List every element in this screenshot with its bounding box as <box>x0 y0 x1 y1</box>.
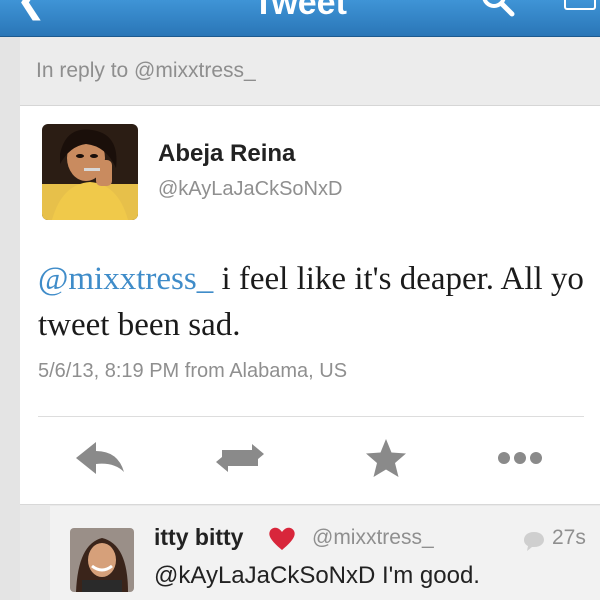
author-avatar[interactable] <box>42 124 138 220</box>
author-handle[interactable]: @kAyLaJaCkSoNxD <box>158 178 342 201</box>
reply-tweet-text: @kAyLaJaCkSoNxD I'm good. <box>154 562 480 589</box>
reply-icon[interactable] <box>70 436 130 480</box>
in-reply-to-bar[interactable]: In reply to @mixxtress_ <box>20 37 600 106</box>
tweet-detail-card: Abeja Reina @kAyLaJaCkSoNxD @mixxtress_ … <box>20 106 600 505</box>
retweet-icon[interactable] <box>210 436 270 480</box>
reply-timestamp: 27s <box>552 526 586 549</box>
favorite-star-icon[interactable] <box>356 436 416 480</box>
back-chevron-icon[interactable]: ❮ <box>16 0 46 18</box>
speech-bubble-icon <box>524 532 544 551</box>
tweet-mention-link[interactable]: @mixxtress_ <box>38 261 213 297</box>
reply-author-avatar[interactable] <box>70 528 134 592</box>
compose-icon[interactable] <box>564 0 596 10</box>
nav-bar: ❮ Tweet <box>0 0 600 37</box>
more-icon[interactable] <box>490 436 550 480</box>
divider <box>38 416 584 417</box>
in-reply-to-label: In reply to @mixxtress_ <box>36 59 256 82</box>
reply-author-handle[interactable]: @mixxtress_ <box>312 526 434 550</box>
left-rail <box>0 34 20 600</box>
search-icon[interactable] <box>478 0 518 22</box>
author-name[interactable]: Abeja Reina <box>158 140 295 168</box>
nav-title: Tweet <box>253 0 347 22</box>
heart-icon <box>269 527 295 550</box>
reply-author-name[interactable]: itty bitty <box>154 524 243 551</box>
reply-tweet-row[interactable]: itty bitty @mixxtress_ 27s @kAyLaJaCkSoN… <box>50 506 600 600</box>
tweet-text: @mixxtress_ i feel like it's deaper. All… <box>38 256 594 348</box>
tweet-timestamp-location: 5/6/13, 8:19 PM from Alabama, US <box>38 360 348 382</box>
